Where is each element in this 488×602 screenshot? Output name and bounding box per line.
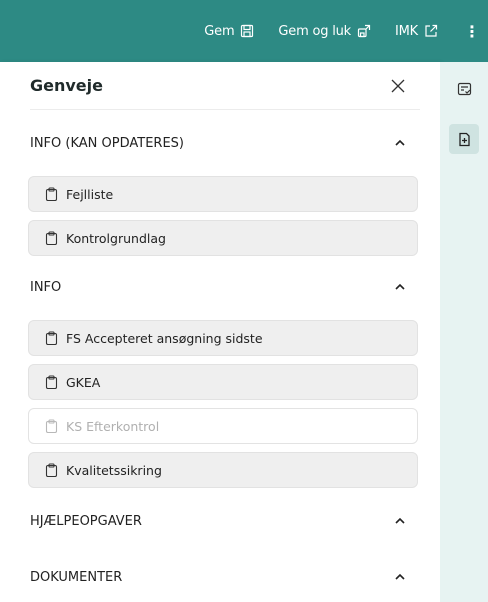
list-item[interactable]: Fejlliste (28, 176, 418, 212)
clipboard-icon (45, 419, 58, 433)
save-and-close-label: Gem og luk (278, 23, 352, 39)
save-and-close-button[interactable]: Gem og luk (278, 24, 371, 39)
item-label: Kvalitetssikring (66, 462, 162, 478)
imk-button[interactable]: IMK (395, 24, 438, 39)
item-label: Kontrolgrundlag (66, 230, 166, 246)
save-button[interactable]: Gem (204, 24, 254, 39)
section-header-info-updatable[interactable]: INFO (KAN OPDATERES) (30, 128, 420, 158)
section-title: INFO (30, 279, 62, 295)
clipboard-icon (45, 331, 58, 345)
more-menu-icon[interactable]: ⋮ (464, 22, 480, 41)
section-title: INFO (KAN OPDATERES) (30, 135, 184, 151)
top-toolbar: Gem Gem og luk IMK ⋮ (0, 0, 488, 62)
chevron-up-icon (395, 573, 405, 580)
section-header-helper-tasks[interactable]: HJÆLPEOPGAVER (30, 506, 420, 536)
chevron-up-icon (395, 139, 405, 146)
add-document-icon (458, 132, 470, 146)
section-header-info[interactable]: INFO (30, 272, 420, 302)
save-icon (241, 24, 254, 38)
save-close-icon (357, 24, 371, 38)
clipboard-icon (45, 375, 58, 389)
clipboard-icon (45, 231, 58, 245)
item-label: KS Efterkontrol (66, 418, 160, 434)
right-rail (440, 62, 488, 602)
panel-header: Genveje (30, 62, 420, 110)
list-item[interactable]: GKEA (28, 364, 418, 400)
save-label: Gem (204, 23, 235, 39)
imk-label: IMK (395, 23, 418, 39)
clipboard-icon (45, 187, 58, 201)
chevron-up-icon (395, 283, 405, 290)
list-item[interactable]: Kontrolgrundlag (28, 220, 418, 256)
rail-button-add-document[interactable] (449, 124, 479, 154)
rail-button-checklist[interactable] (449, 74, 479, 104)
item-label: Fejlliste (66, 186, 114, 202)
clipboard-icon (45, 463, 58, 477)
section-title: HJÆLPEOPGAVER (30, 513, 142, 529)
chevron-up-icon (395, 517, 405, 524)
shortcuts-panel: Genveje INFO (KAN OPDATERES) Fejlliste K… (0, 62, 440, 602)
item-label: GKEA (66, 374, 101, 390)
section-header-documents[interactable]: DOKUMENTER (30, 562, 420, 592)
close-icon[interactable] (390, 78, 406, 94)
list-item-disabled: KS Efterkontrol (28, 408, 418, 444)
section-title: DOKUMENTER (30, 569, 123, 585)
external-link-icon (425, 24, 438, 37)
list-item[interactable]: Kvalitetssikring (28, 452, 418, 488)
list-item[interactable]: FS Accepteret ansøgning sidste (28, 320, 418, 356)
item-label: FS Accepteret ansøgning sidste (66, 330, 263, 346)
panel-title: Genveje (30, 76, 103, 95)
checklist-icon (457, 82, 471, 95)
